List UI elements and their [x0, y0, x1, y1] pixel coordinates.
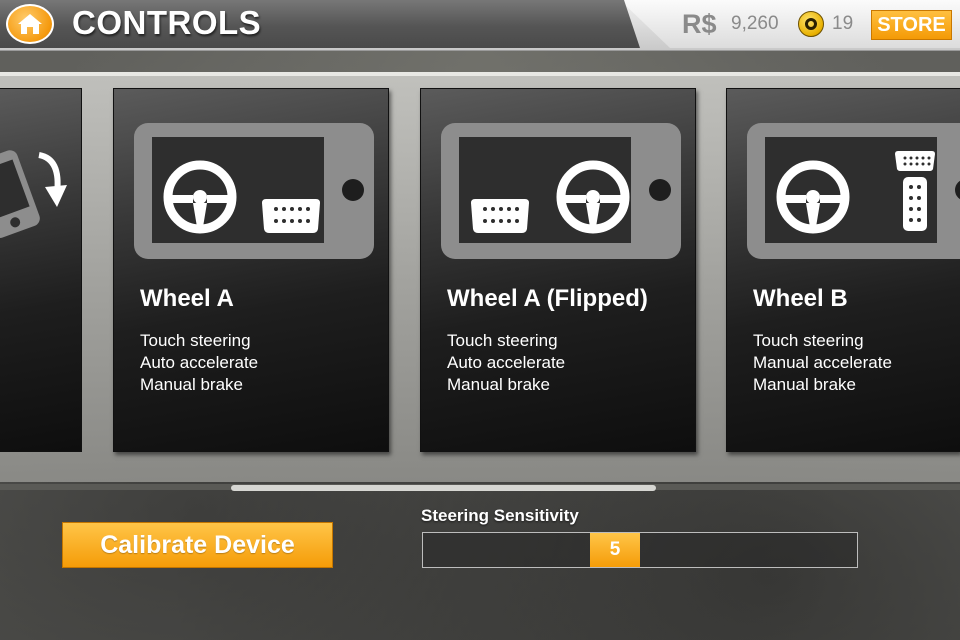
card-title: Wheel A — [140, 285, 234, 312]
calibrate-device-button[interactable]: Calibrate Device — [62, 522, 333, 568]
device-home-button — [342, 179, 364, 201]
card-line: Touch steering — [447, 331, 558, 350]
card-line: Manual accelerate — [753, 353, 892, 372]
steering-sensitivity-slider[interactable]: 5 — [422, 532, 858, 568]
top-bar: CONTROLS R$ 9,260 19 STORE — [0, 0, 960, 51]
steering-wheel-icon — [776, 160, 850, 234]
card-line: Auto accelerate — [447, 353, 566, 372]
device-home-button — [649, 179, 671, 201]
pedal-icon — [471, 199, 529, 233]
accelerator-pedal-icon — [903, 177, 927, 231]
card-description: Touch steering Manual accelerate Manual … — [753, 330, 892, 396]
store-button[interactable]: STORE — [871, 10, 952, 40]
brake-pedal-icon — [895, 151, 935, 171]
page-title: CONTROLS — [72, 4, 262, 41]
device-illustration — [134, 123, 374, 259]
control-card-wheel-a[interactable]: Wheel A Touch steering Auto accelerate M… — [113, 88, 389, 452]
card-line: Manual brake — [753, 375, 857, 394]
slider-thumb[interactable]: 5 — [590, 533, 640, 567]
steering-wheel-icon — [556, 160, 630, 234]
currency-label: R$ — [682, 9, 717, 39]
carousel-divider — [0, 72, 960, 76]
card-line: Touch steering — [753, 331, 864, 350]
steering-wheel-icon — [163, 160, 237, 234]
control-card-tilt[interactable] — [0, 88, 82, 452]
gold-value: 19 — [832, 13, 854, 34]
pedal-icon — [262, 199, 320, 233]
card-title: Wheel A (Flipped) — [447, 285, 648, 312]
tilt-device-icon — [0, 150, 67, 239]
control-card-wheel-a-flipped[interactable]: Wheel A (Flipped) Touch steering Auto ac… — [420, 88, 696, 452]
card-line: Manual brake — [447, 375, 551, 394]
card-line: Manual brake — [140, 375, 244, 394]
device-illustration — [747, 123, 960, 259]
home-button[interactable] — [6, 4, 54, 44]
card-description: Touch steering Auto accelerate Manual br… — [447, 330, 565, 396]
currency-value: 9,260 — [731, 13, 779, 34]
gold-coin-icon — [798, 11, 824, 37]
card-title: Wheel B — [753, 285, 848, 312]
device-home-button — [955, 179, 960, 201]
steering-sensitivity-label: Steering Sensitivity — [421, 506, 579, 525]
rotate-arrow-icon — [45, 185, 67, 207]
carousel-scroll-thumb[interactable] — [231, 485, 656, 491]
card-line: Touch steering — [140, 331, 251, 350]
card-description: Touch steering Auto accelerate Manual br… — [140, 330, 258, 396]
device-illustration — [441, 123, 681, 259]
card-line: Auto accelerate — [140, 353, 259, 372]
home-icon — [18, 14, 42, 34]
control-card-wheel-b[interactable]: Wheel B Touch steering Manual accelerate… — [726, 88, 960, 452]
